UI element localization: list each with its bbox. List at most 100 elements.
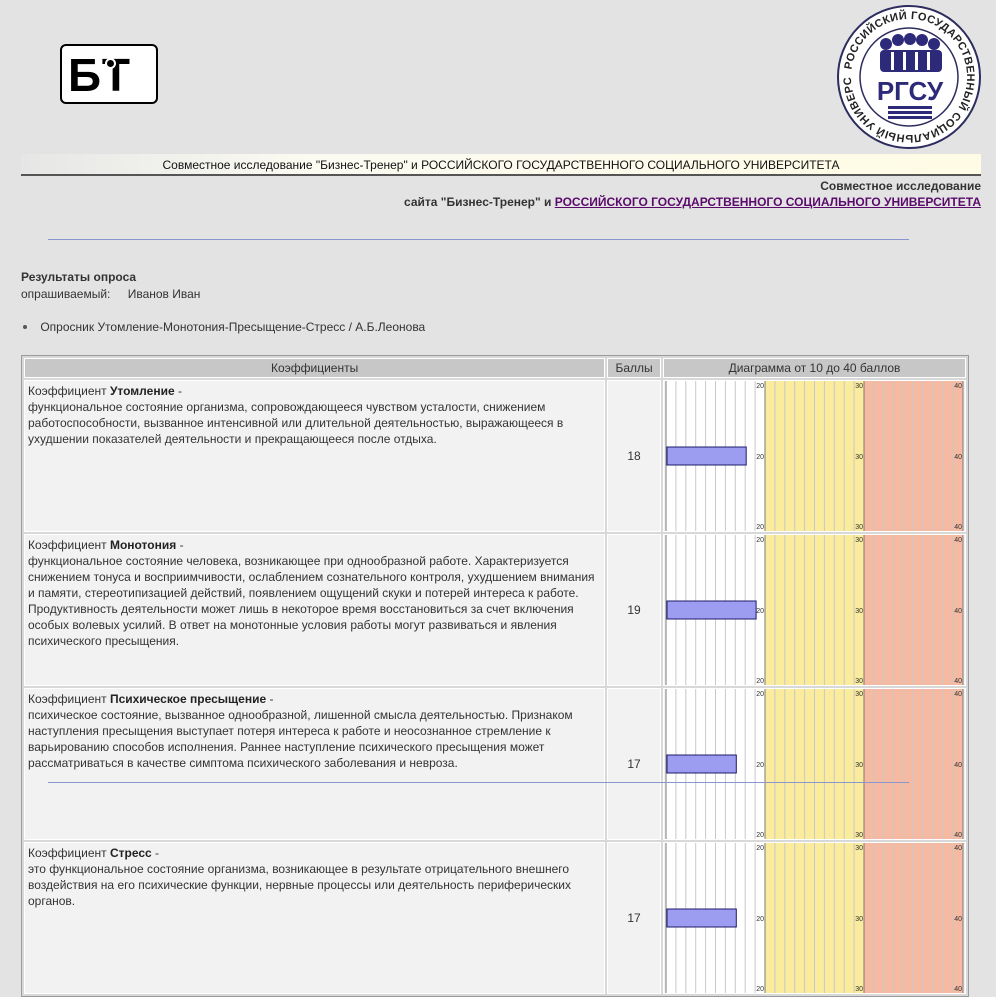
header-coefficients: Коэффициенты [24, 358, 606, 378]
diagram-tick-label: 20 [756, 608, 764, 615]
logo-dot-icon [107, 60, 114, 67]
diagram-tick-label: 20 [756, 524, 764, 531]
coefficient-name: Утомление [109, 384, 175, 398]
table-row: Коэффициент Монотония - функциональное с… [24, 534, 966, 686]
coefficient-description: Коэффициент Стресс - это функциональное … [24, 842, 606, 994]
coefficient-prefix: Коэффициент [28, 846, 107, 860]
coefficient-dash: - [174, 384, 182, 398]
diagram-tick-label: 40 [954, 762, 962, 769]
results-table: Коэффициенты Баллы Диаграмма от 10 до 40… [21, 355, 969, 997]
header-diagram: Диаграмма от 10 до 40 баллов [662, 358, 966, 378]
diagram-tick-label: 30 [855, 986, 863, 993]
score-cell: 17 [607, 688, 661, 840]
banner-text: Совместное исследование "Бизнес-Тренер" … [162, 158, 840, 172]
diagram-cell: 20 20 20 30 30 30 40 40 40 [662, 688, 966, 840]
diagram-tick-label: 30 [855, 762, 863, 769]
score-cell: 17 [607, 842, 661, 994]
diagram-tick-label: 20 [756, 678, 764, 685]
diagram-bar [666, 600, 757, 620]
diagram-tick-label: 30 [855, 537, 863, 544]
diagram-tick-label: 20 [756, 832, 764, 839]
coefficient-description: Коэффициент Монотония - функциональное с… [24, 534, 606, 686]
table-row: Коэффициент Утомление - функциональное с… [24, 380, 966, 532]
header-score: Баллы [607, 358, 661, 378]
diagram-tick-label: 20 [756, 383, 764, 390]
bullet-icon [23, 324, 27, 329]
diagram-tick-label: 40 [954, 691, 962, 698]
diagram-tick-label: 40 [954, 537, 962, 544]
diagram-tick-label: 30 [855, 524, 863, 531]
coefficient-dash: - [176, 538, 184, 552]
coefficient-name: Психическое пресыщение [109, 692, 267, 706]
diagram-tick-label: 40 [954, 986, 962, 993]
survey-item: Опросник Утомление-Монотония-Пресыщение-… [21, 320, 425, 334]
cooperation-site-text: сайта "Бизнес-Тренер" и [404, 195, 552, 209]
business-trainer-logo: БТ [60, 44, 158, 104]
coefficient-text: это функциональное состояние организма, … [28, 862, 571, 908]
diagram-tick-label: 20 [756, 691, 764, 698]
diagram-tick-label: 30 [855, 678, 863, 685]
diagram-cell: 20 20 20 30 30 30 40 40 40 [662, 534, 966, 686]
table-header-row: Коэффициенты Баллы Диаграмма от 10 до 40… [24, 358, 966, 378]
diagram-tick-label: 20 [756, 916, 764, 923]
respondent-label: опрашиваемый: [21, 287, 111, 301]
respondent-name: Иванов Иван [127, 287, 201, 301]
coefficient-name: Стресс [109, 846, 152, 860]
cooperation-title: Совместное исследование [820, 179, 981, 193]
rgsu-emblem-icon: РОССИЙСКИЙ ГОСУДАРСТВЕННЫЙ СОЦИАЛЬНЫЙ УН… [832, 0, 981, 149]
diagram-tick-label: 40 [954, 383, 962, 390]
rgsu-logo: РОССИЙСКИЙ ГОСУДАРСТВЕННЫЙ СОЦИАЛЬНЫЙ УН… [832, 0, 982, 150]
survey-name: Опросник Утомление-Монотония-Пресыщение-… [40, 320, 426, 334]
coefficient-text: психическое состояние, вызванное однообр… [28, 708, 573, 770]
diagram-cell: 20 20 20 30 30 30 40 40 40 [662, 842, 966, 994]
diagram-tick-label: 20 [756, 454, 764, 461]
coefficient-text: функциональное состояние человека, возни… [28, 554, 595, 648]
rgsu-logo-text: РГСУ [877, 76, 944, 106]
diagram-tick-label: 30 [855, 691, 863, 698]
diagram-cell: 20 20 20 30 30 30 40 40 40 [662, 380, 966, 532]
diagram-chart: 20 20 20 30 30 30 40 40 40 [665, 381, 964, 531]
diagram-tick-label: 20 [756, 845, 764, 852]
respondent-line: опрашиваемый: Иванов Иван [21, 287, 200, 301]
diagram-tick-label: 40 [954, 916, 962, 923]
coefficient-prefix: Коэффициент [28, 692, 107, 706]
diagram-tick-label: 30 [855, 454, 863, 461]
diagram-tick-label: 30 [855, 608, 863, 615]
business-trainer-logo-text: БТ [68, 49, 133, 101]
diagram-tick-label: 40 [954, 524, 962, 531]
diagram-tick-label: 40 [954, 454, 962, 461]
results-title: Результаты опроса [21, 270, 137, 284]
diagram-chart: 20 20 20 30 30 30 40 40 40 [665, 843, 964, 993]
coefficient-description: Коэффициент Психическое пресыщение - пси… [24, 688, 606, 840]
diagram-tick-label: 30 [855, 832, 863, 839]
coefficient-dash: - [151, 846, 160, 860]
coefficient-prefix: Коэффициент [28, 384, 107, 398]
coefficient-dash: - [266, 692, 274, 706]
diagram-chart: 20 20 20 30 30 30 40 40 40 [665, 689, 964, 839]
diagram-bar [666, 446, 747, 466]
divider-bottom [48, 782, 909, 783]
diagram-tick-label: 20 [756, 537, 764, 544]
table-row: Коэффициент Стресс - это функциональное … [24, 842, 966, 994]
diagram-tick-label: 30 [855, 845, 863, 852]
diagram-bar [666, 754, 737, 774]
diagram-chart: 20 20 20 30 30 30 40 40 40 [665, 535, 964, 685]
diagram-tick-label: 40 [954, 608, 962, 615]
diagram-tick-label: 30 [855, 383, 863, 390]
divider-top [48, 239, 909, 240]
banner-bar: Совместное исследование "Бизнес-Тренер" … [21, 154, 981, 176]
diagram-tick-label: 40 [954, 845, 962, 852]
diagram-tick-label: 30 [855, 916, 863, 923]
table-row: Коэффициент Психическое пресыщение - пси… [24, 688, 966, 840]
coefficient-description: Коэффициент Утомление - функциональное с… [24, 380, 606, 532]
diagram-tick-label: 40 [954, 832, 962, 839]
diagram-tick-label: 40 [954, 678, 962, 685]
rgsu-link[interactable]: РОССИЙСКОГО ГОСУДАРСТВЕННОГО СОЦИАЛЬНОГО… [555, 195, 981, 209]
diagram-bar [666, 908, 737, 928]
diagram-tick-label: 20 [756, 986, 764, 993]
score-cell: 19 [607, 534, 661, 686]
diagram-tick-label: 20 [756, 762, 764, 769]
coefficient-name: Монотония [109, 538, 177, 552]
coefficient-text: функциональное состояние организма, сопр… [28, 400, 564, 446]
cooperation-block: Совместное исследование сайта "Бизнес-Тр… [404, 178, 981, 210]
